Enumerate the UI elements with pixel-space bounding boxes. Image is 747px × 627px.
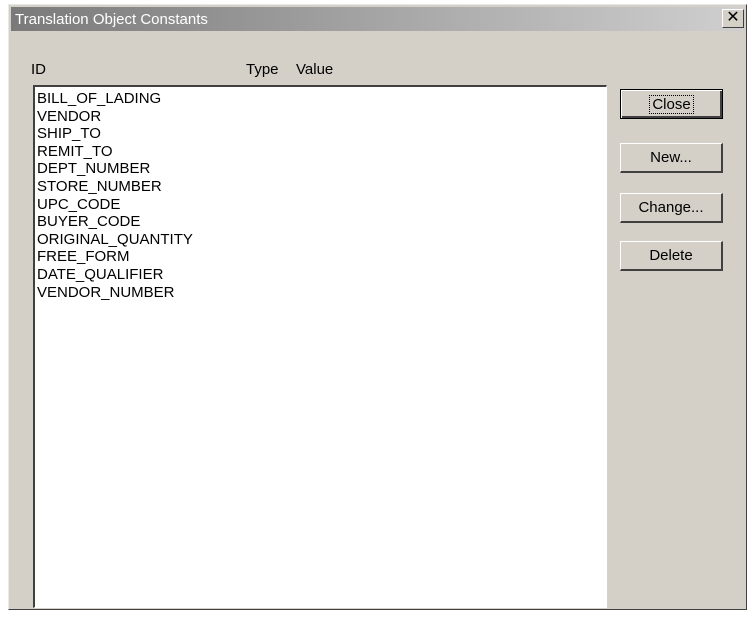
list-item[interactable]: DATE_QUALIFIER: [37, 266, 606, 284]
list-item[interactable]: BILL_OF_LADING: [37, 90, 606, 108]
constants-listbox[interactable]: BILL_OF_LADING VENDOR SHIP_TO REMIT_TO D…: [33, 85, 607, 608]
list-item[interactable]: FREE_FORM: [37, 248, 606, 266]
list-item[interactable]: REMIT_TO: [37, 143, 606, 161]
list-item[interactable]: DEPT_NUMBER: [37, 160, 606, 178]
list-item[interactable]: UPC_CODE: [37, 196, 606, 214]
column-header-value: Value: [296, 61, 334, 78]
list-item[interactable]: BUYER_CODE: [37, 213, 606, 231]
column-header-id: ID: [31, 61, 46, 78]
close-button[interactable]: Close: [620, 89, 723, 119]
list-item[interactable]: STORE_NUMBER: [37, 178, 606, 196]
constants-list: BILL_OF_LADING VENDOR SHIP_TO REMIT_TO D…: [35, 87, 606, 301]
change-button[interactable]: Change...: [620, 193, 723, 223]
translation-constants-dialog: Translation Object Constants ✕ ID Type V…: [8, 4, 747, 610]
close-window-icon[interactable]: ✕: [722, 9, 744, 28]
list-item[interactable]: VENDOR: [37, 108, 606, 126]
window-title: Translation Object Constants: [15, 11, 208, 28]
list-item[interactable]: SHIP_TO: [37, 125, 606, 143]
list-item[interactable]: VENDOR_NUMBER: [37, 284, 606, 302]
close-button-label: Close: [649, 94, 694, 114]
delete-button[interactable]: Delete: [620, 241, 723, 271]
new-button[interactable]: New...: [620, 143, 723, 173]
column-header-type: Type: [246, 61, 279, 78]
title-bar[interactable]: Translation Object Constants ✕: [11, 7, 744, 31]
list-item[interactable]: ORIGINAL_QUANTITY: [37, 231, 606, 249]
